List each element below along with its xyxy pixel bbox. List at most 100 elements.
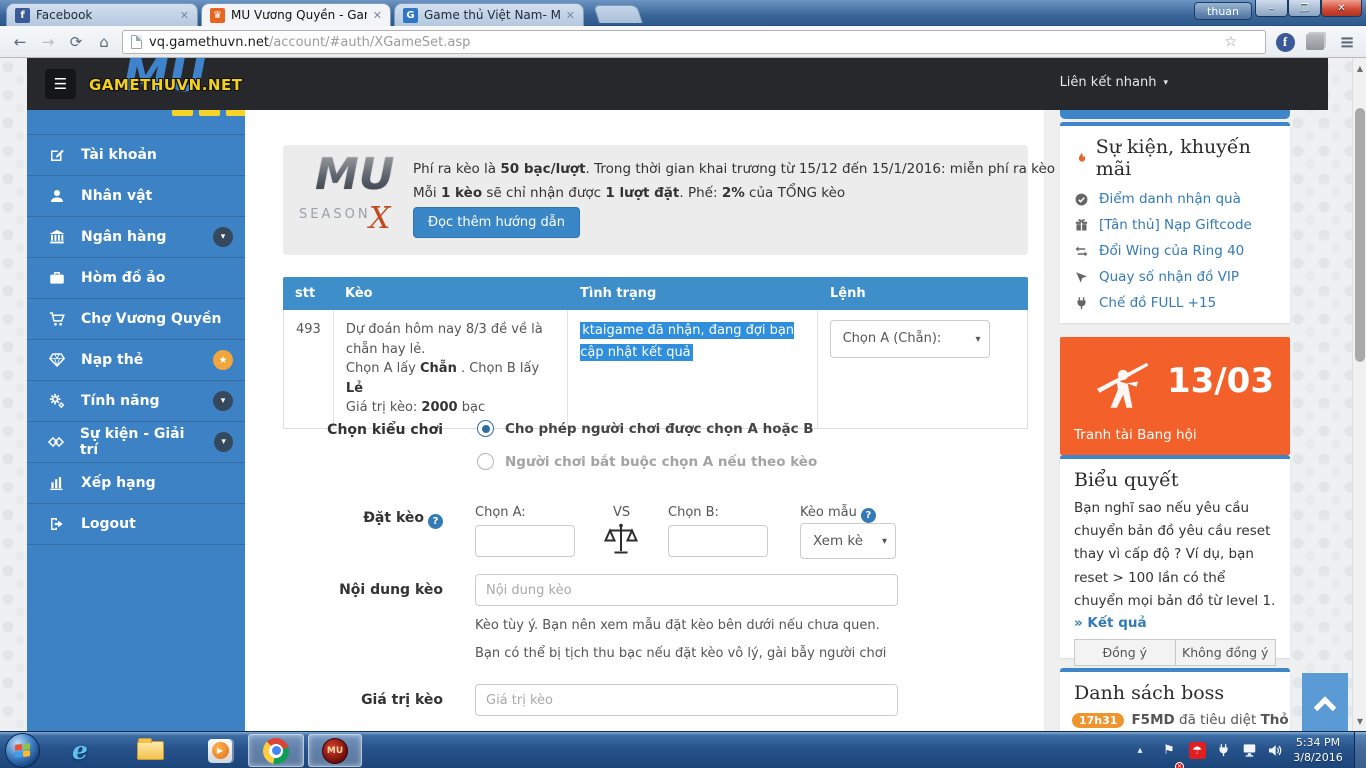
radio-option-2-label[interactable]: Người chơi bắt buộc chọn A nếu theo kèo [505,454,817,470]
scrollbar-up-icon[interactable]: ▲ [1353,60,1366,76]
chon-b-input[interactable] [668,525,768,557]
sidebar-item-ngan-hang[interactable]: Ngân hàng ▾ [27,217,245,258]
mu-logo-text: MU [315,149,395,200]
chevron-down-icon[interactable]: ▾ [213,391,233,411]
poll-title: Biểu quyết [1074,469,1276,491]
read-guide-button[interactable]: Đọc thêm hướng dẫn [413,207,580,238]
taskbar-mu-game-button[interactable]: MU [308,734,362,767]
tickets-icon [47,433,66,451]
action-center-flag-icon[interactable]: ⚑ ✕ [1158,732,1180,768]
value-input[interactable] [475,684,898,716]
minimize-button[interactable]: – [1255,0,1288,17]
close-button[interactable]: ✕ [1321,0,1362,17]
umbrella-glyph: ☂ [1189,742,1206,759]
event-link-che-do[interactable]: Chế đồ FULL +15 [1060,290,1290,316]
tab-close-icon[interactable]: ✕ [566,9,575,22]
radio-option-1[interactable] [477,420,494,437]
tab-facebook[interactable]: f Facebook ✕ [6,3,198,26]
season-x-text: X [369,201,390,236]
volume-tray-icon[interactable] [1264,732,1286,768]
event-link-quay-so[interactable]: Quay số nhận đồ VIP [1060,264,1290,290]
event-link-giftcode[interactable]: [Tân thủ] Nạp Giftcode [1060,212,1290,238]
avira-tray-icon[interactable]: ☂ [1186,732,1208,768]
cell-command: Chọn A (Chẵn): ▾ [818,310,1027,428]
pointer-icon [1074,270,1089,285]
sidebar-item-label: Hòm đồ ảo [81,270,165,286]
taskbar-media-player-icon[interactable]: ▶ [196,734,244,767]
chon-a-input[interactable] [475,525,575,557]
content-input[interactable] [475,574,898,606]
scrollbar-thumb[interactable] [1355,108,1365,362]
event-link-diem-danh[interactable]: Điểm danh nhận quà [1060,186,1290,212]
value-label: Giá trị kèo [283,692,443,708]
sidebar-item-tai-khoan[interactable]: Tài khoản [27,135,245,176]
sidebar-item-nhan-vat[interactable]: Ngân hàng Nhân vật [27,176,245,217]
cell-status: ktaigame đã nhận, đang đợi bạn cập nhật … [568,310,817,428]
sidebar-item-label: Nạp thẻ [81,352,143,368]
tab-close-icon[interactable]: ✕ [373,9,382,22]
forward-icon[interactable]: → [36,30,60,54]
help-icon[interactable]: ? [861,508,876,523]
profile-button[interactable]: thuan [1194,2,1252,20]
maximize-button[interactable]: ❐ [1288,0,1321,17]
sidebar-item-xep-hang[interactable]: Xếp hạng [27,463,245,504]
start-button[interactable] [5,733,40,768]
event-banner[interactable]: 13/03 Tranh tài Bang hội [1060,337,1290,455]
help-icon[interactable]: ? [428,514,443,529]
tab-mu-vuong-quyen[interactable]: ♛ MU Vương Quyền - Game ✕ [201,3,391,26]
disagree-button[interactable]: Không đồng ý [1176,639,1277,666]
site-logo[interactable]: MU GAMETHUVN.NET [89,58,309,110]
bookmark-star-icon[interactable]: ☆ [1224,34,1237,50]
sidebar-item-nap-the[interactable]: Nạp thẻ ★ [27,340,245,381]
tab-title: Facebook [36,8,92,22]
taskbar-chrome-button[interactable] [248,734,304,767]
sidebar-item-cho-vuong-quyen[interactable]: Chợ Vương Quyền [27,299,245,340]
taskbar-ie-icon[interactable]: e [56,734,104,767]
poll-result-link[interactable]: » Kết quả [1074,615,1276,631]
new-tab-button[interactable] [593,5,643,23]
chrome-menu-icon[interactable]: ≡ [1336,31,1358,53]
scrollbar-down-icon[interactable]: ▼ [1353,713,1366,729]
event-link-doi-wing[interactable]: Đổi Wing của Ring 40 [1060,238,1290,264]
sidebar-item-tinh-nang[interactable]: Tính năng ▾ [27,381,245,422]
ie-e-glyph: e [72,736,88,765]
tab-close-icon[interactable]: ✕ [180,9,189,22]
select-caret-icon: ▾ [976,332,981,347]
page-icon [131,35,142,49]
show-desktop-button[interactable] [1354,732,1366,768]
radio-option-1-label[interactable]: Cho phép người chơi được chọn A hoặc B [505,421,814,437]
power-plug-tray-icon[interactable] [1212,732,1234,768]
clock-time: 5:34 PM [1288,735,1348,750]
back-icon[interactable]: ← [8,30,32,54]
address-bar[interactable]: vq.gamethuvn.net/account/#auth/XGameSet.… [122,30,1266,54]
main-content: MU SEASON X Phí ra kèo là 50 bạc/lượt. T… [245,110,1044,731]
scrolled-logo-fragment [172,110,247,116]
sidebar-item-hom-do-ao[interactable]: Hòm đồ ảo [27,258,245,299]
chevron-down-icon[interactable]: ▾ [213,227,233,247]
page-scrollbar[interactable]: ▲ ▼ [1352,58,1366,731]
scales-icon [603,521,639,561]
reload-icon[interactable]: ⟳ [64,30,88,54]
facebook-favicon: f [15,8,30,23]
system-clock[interactable]: 5:34 PM 3/8/2016 [1288,735,1348,765]
logout-icon [47,515,67,533]
command-select[interactable]: Chọn A (Chẵn): ▾ [830,320,990,358]
event-caption: Tranh tài Bang hội [1074,427,1197,443]
sidebar-item-logout[interactable]: Logout [27,504,245,545]
tab-game-thu-viet-nam[interactable]: G Game thủ Việt Nam- MU H ✕ [394,3,584,26]
extension-icon[interactable] [1304,31,1326,53]
sample-select[interactable]: Xem kè ▾ [800,523,896,559]
scroll-to-top-button[interactable] [1302,673,1348,731]
edit-icon [47,146,67,164]
network-tray-icon[interactable] [1238,732,1262,768]
home-icon[interactable]: ⌂ [92,30,116,54]
tray-expand-icon[interactable]: ▴ [1130,732,1150,768]
chevron-down-icon[interactable]: ▾ [214,432,233,452]
agree-button[interactable]: Đồng ý [1074,639,1176,666]
facebook-extension-icon[interactable]: f [1274,31,1296,53]
taskbar-explorer-icon[interactable] [126,734,174,767]
clock-date: 3/8/2016 [1288,750,1348,765]
radio-option-2[interactable] [477,453,494,470]
sidebar-toggle-icon[interactable]: ☰ [45,69,76,99]
sidebar-item-su-kien-giai-tri[interactable]: Sự kiện - Giải trí ▾ [27,422,245,463]
